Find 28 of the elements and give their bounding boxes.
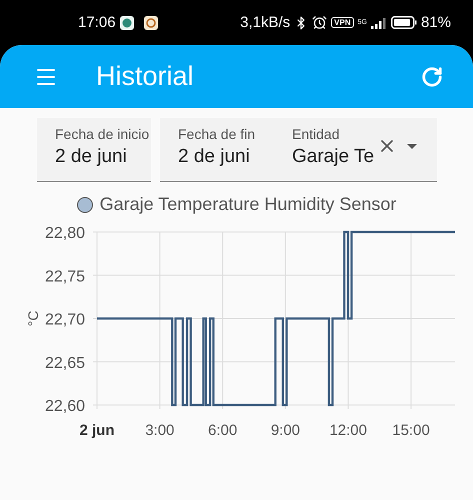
axis-label: 22,65 xyxy=(44,354,85,372)
dropdown-icon[interactable] xyxy=(407,144,417,148)
date-field[interactable]: Fecha de inicio 2 de juni xyxy=(37,118,151,182)
axis-label: 15:00 xyxy=(392,422,430,439)
axis-label: 22,80 xyxy=(44,225,85,242)
alarm-icon xyxy=(312,15,328,30)
axis-label: 22,70 xyxy=(44,312,85,328)
signal-icon xyxy=(370,16,387,28)
battery-icon xyxy=(390,16,417,29)
axis-label: 6:00 xyxy=(208,422,238,439)
vpn-badge: VPN xyxy=(331,17,354,28)
axis-label: 22,60 xyxy=(44,398,85,415)
network-speed: 3,1kB/s xyxy=(240,14,290,31)
page-title: Historial xyxy=(96,61,195,92)
axis-label: 22,75 xyxy=(44,268,85,286)
entity-select[interactable]: Entidad Garaje Te xyxy=(282,118,437,182)
battery-percent: 81% xyxy=(420,14,451,31)
app-icon xyxy=(120,16,134,30)
legend-label[interactable]: Garaje Temperature Humidity Sensor xyxy=(100,194,396,215)
status-time: 17:06 xyxy=(78,14,116,31)
app-icon xyxy=(144,16,158,30)
refresh-button[interactable] xyxy=(421,66,443,88)
date-field[interactable]: Fecha de fin 2 de juni xyxy=(160,118,282,182)
axis-title: °C xyxy=(25,310,41,326)
axis-label: 9:00 xyxy=(270,422,300,439)
axis-label: 3:00 xyxy=(145,422,174,439)
axis-label: 2 jun xyxy=(80,422,114,439)
axis-label: 12:00 xyxy=(329,422,367,439)
